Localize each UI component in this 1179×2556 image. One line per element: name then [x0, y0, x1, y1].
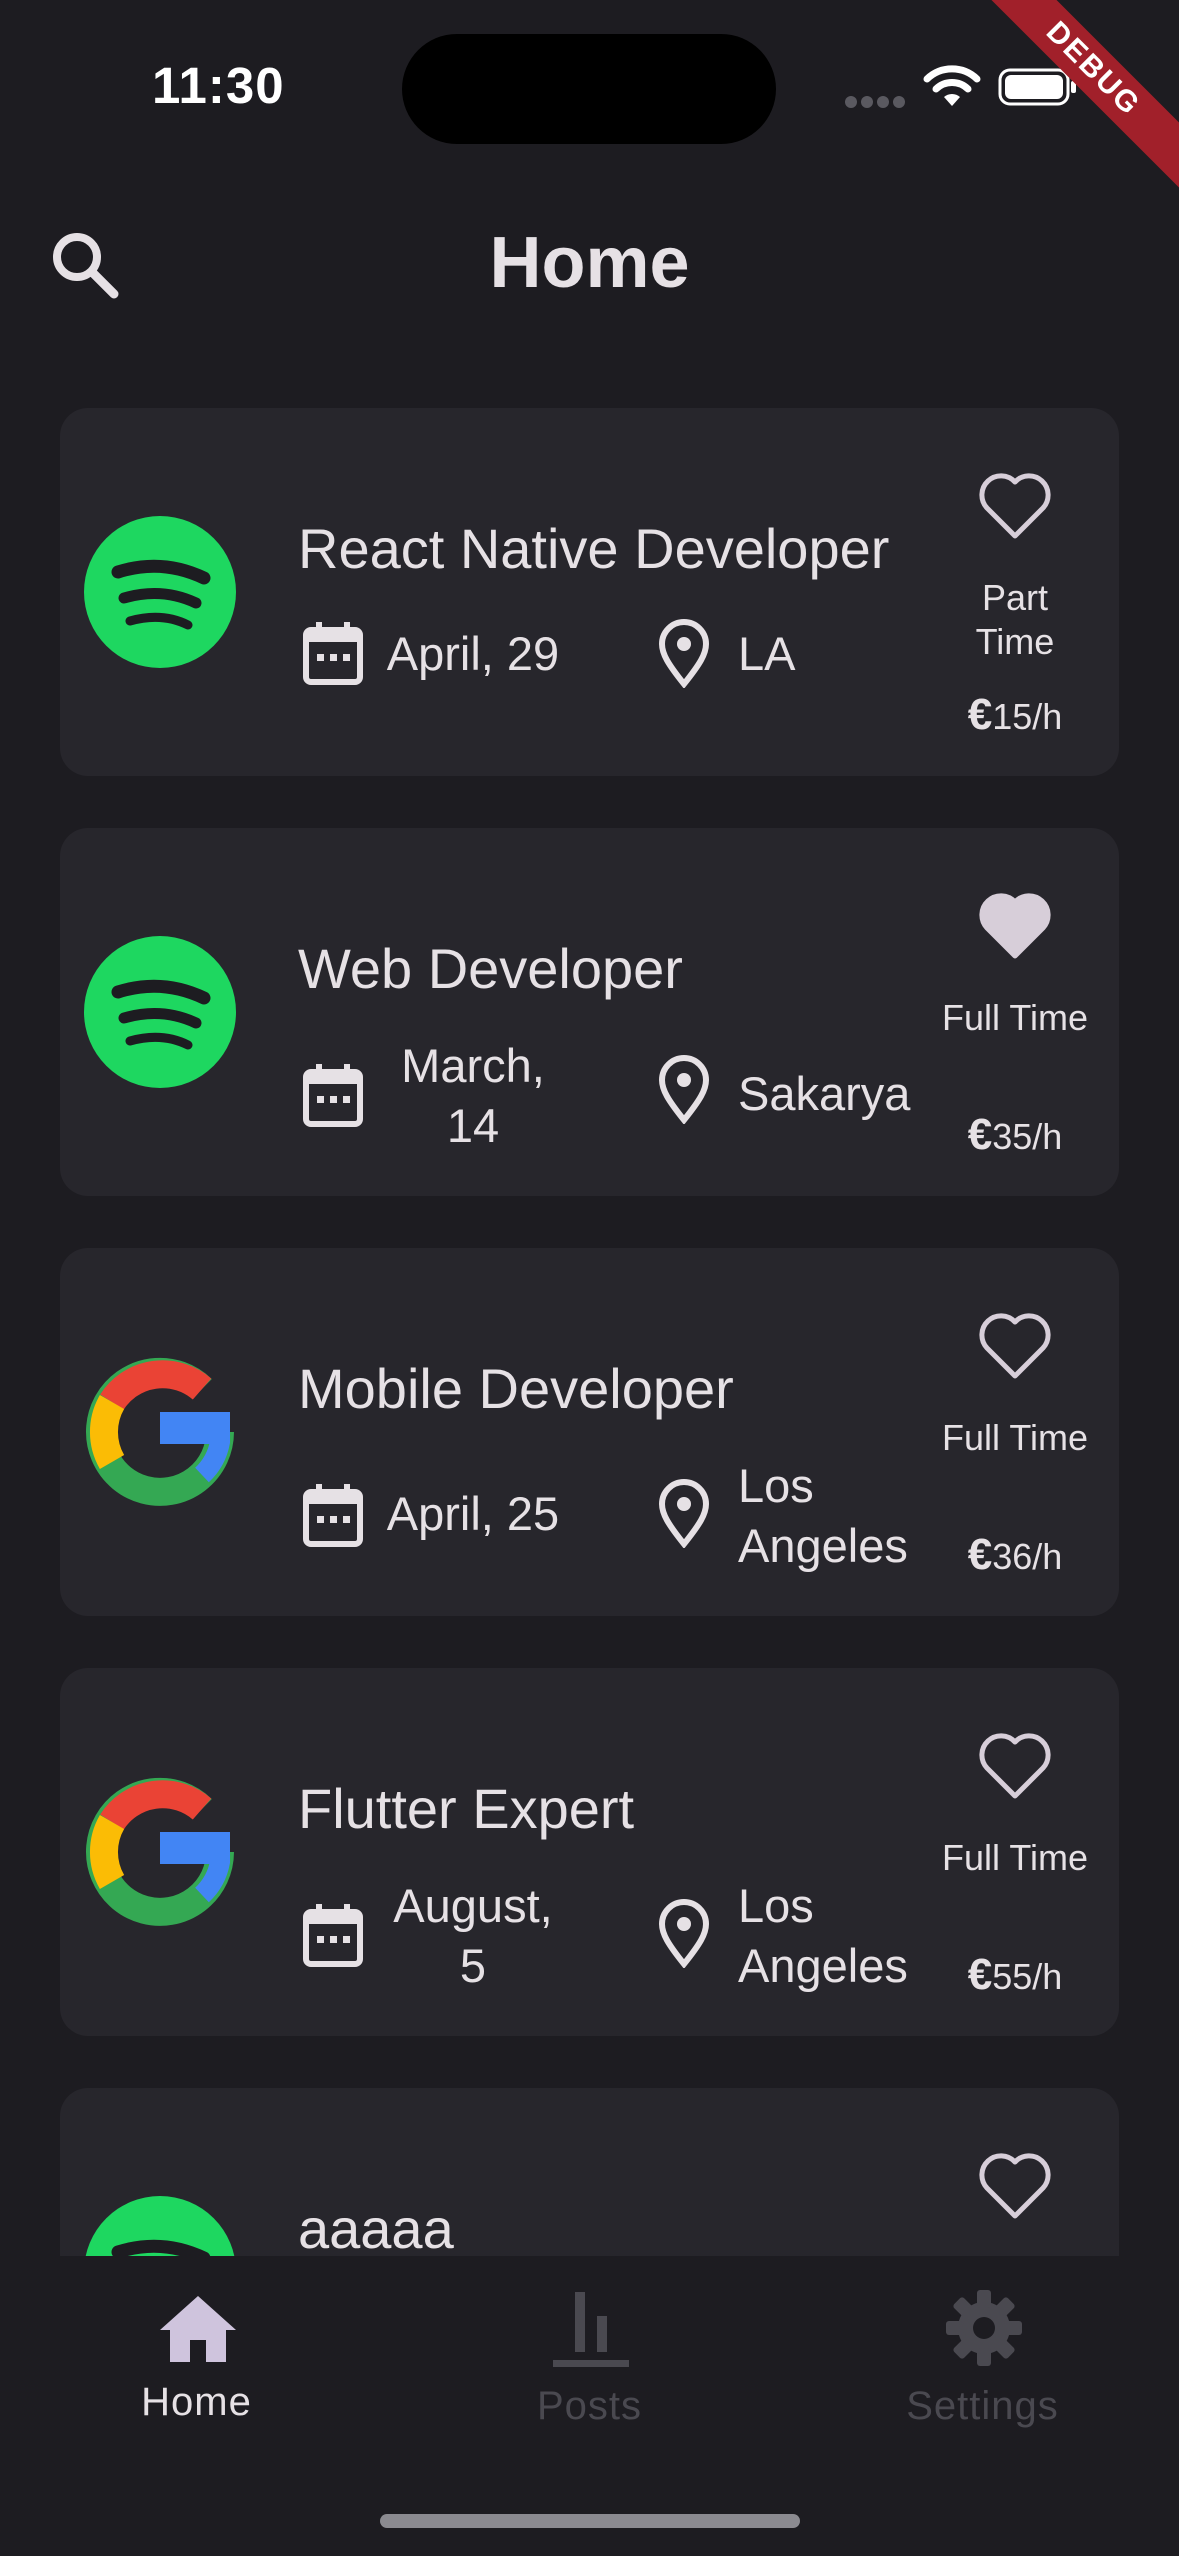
- spotify-logo: [85, 2196, 235, 2256]
- google-logo: [86, 1777, 234, 1926]
- spotify-logo: [84, 936, 236, 1088]
- job-rate: €36/h: [940, 1530, 1090, 1580]
- euro-icon: €: [967, 690, 993, 739]
- job-meta: August, 5 Los Angeles: [298, 1858, 918, 1992]
- nav-label-posts: Posts: [536, 2384, 643, 2428]
- job-info-column: Full Time €35/h: [940, 828, 1090, 1196]
- job-card[interactable]: aaaaa: [60, 2088, 1119, 2256]
- calendar-icon: [303, 622, 363, 685]
- page-title: Home: [489, 223, 690, 303]
- job-info-column: Full Time €36/h: [940, 1248, 1090, 1616]
- euro-icon: €: [967, 1110, 993, 1159]
- job-type: Full Time: [941, 1417, 1089, 1458]
- nav-item-home[interactable]: Home: [0, 2256, 393, 2456]
- calendar-icon: [303, 1064, 363, 1127]
- heart-outline-icon[interactable]: [975, 1310, 1055, 1382]
- job-title: aaaaa: [298, 2197, 454, 2256]
- job-rate-value: 15/h: [992, 696, 1063, 737]
- job-location: Los Angeles: [738, 1459, 908, 1572]
- job-title: Mobile Developer: [298, 1357, 734, 1420]
- status-time: 11:30: [152, 57, 285, 114]
- job-list[interactable]: React Native Developer April, 29 LA Part…: [0, 370, 1179, 2256]
- dynamic-island: [402, 34, 776, 144]
- google-logo: [86, 1357, 234, 1506]
- job-type: Full Time: [941, 1837, 1089, 1878]
- job-rate-value: 55/h: [992, 1956, 1063, 1997]
- status-bar: 11:30 DEBUG: [0, 0, 1179, 192]
- job-rate: €35/h: [940, 1110, 1090, 1160]
- cellular-signal-icon: [845, 96, 905, 108]
- job-rate-value: 35/h: [992, 1116, 1063, 1157]
- euro-icon: €: [967, 1950, 993, 1999]
- job-title: Flutter Expert: [298, 1777, 635, 1840]
- job-card[interactable]: Web Developer March, 14 Sakarya Full Tim…: [60, 828, 1119, 1196]
- heart-filled-icon[interactable]: [975, 890, 1055, 962]
- job-title: React Native Developer: [298, 517, 890, 580]
- job-rate-value: 36/h: [992, 1536, 1063, 1577]
- job-meta: March, 14 Sakarya: [298, 1018, 918, 1152]
- job-meta: April, 29 LA: [298, 598, 918, 728]
- bottom-navigation-bar: Home Posts Settings: [0, 2256, 1179, 2556]
- bar-chart-icon: [553, 2292, 629, 2367]
- home-icon: [160, 2296, 236, 2362]
- euro-icon: €: [967, 1530, 993, 1579]
- job-type: Part Time: [975, 577, 1055, 662]
- nav-label-home: Home: [141, 2380, 252, 2424]
- heart-outline-icon[interactable]: [975, 470, 1055, 542]
- nav-item-settings[interactable]: Settings: [786, 2256, 1179, 2456]
- job-info-column: [940, 2088, 1090, 2256]
- job-location: Los Angeles: [738, 1879, 908, 1992]
- gear-icon: [946, 2290, 1022, 2366]
- app-bar: Home: [0, 160, 1179, 370]
- job-meta: April, 25 Los Angeles: [298, 1438, 918, 1572]
- location-pin-icon: [658, 1479, 710, 1548]
- home-indicator: [380, 2514, 800, 2528]
- job-date: April, 25: [386, 1487, 560, 1540]
- calendar-icon: [303, 1904, 363, 1967]
- heart-outline-icon[interactable]: [975, 2150, 1055, 2222]
- job-title: Web Developer: [298, 937, 683, 1000]
- job-location: LA: [738, 627, 796, 680]
- job-info-column: Full Time €55/h: [940, 1668, 1090, 2036]
- job-card[interactable]: Mobile Developer April, 25 Los Angeles F…: [60, 1248, 1119, 1616]
- job-card[interactable]: Flutter Expert August, 5 Los Angeles Ful…: [60, 1668, 1119, 2036]
- location-pin-icon: [658, 619, 710, 688]
- spotify-logo: [84, 516, 236, 668]
- job-date: April, 29: [386, 627, 560, 680]
- wifi-icon: [923, 65, 981, 106]
- job-card[interactable]: React Native Developer April, 29 LA Part…: [60, 408, 1119, 776]
- job-rate: €15/h: [940, 690, 1090, 740]
- battery-icon: [998, 68, 1076, 106]
- job-date: March, 14: [401, 1039, 545, 1152]
- calendar-icon: [303, 1484, 363, 1547]
- job-type: Full Time: [941, 997, 1089, 1038]
- heart-outline-icon[interactable]: [975, 1730, 1055, 1802]
- location-pin-icon: [658, 1899, 710, 1968]
- nav-item-posts[interactable]: Posts: [393, 2256, 786, 2456]
- location-pin-icon: [658, 1055, 710, 1124]
- job-date: August, 5: [393, 1879, 553, 1992]
- nav-label-settings: Settings: [906, 2384, 1059, 2428]
- job-info-column: Part Time €15/h: [940, 408, 1090, 776]
- job-location: Sakarya: [738, 1067, 911, 1120]
- job-rate: €55/h: [940, 1950, 1090, 2000]
